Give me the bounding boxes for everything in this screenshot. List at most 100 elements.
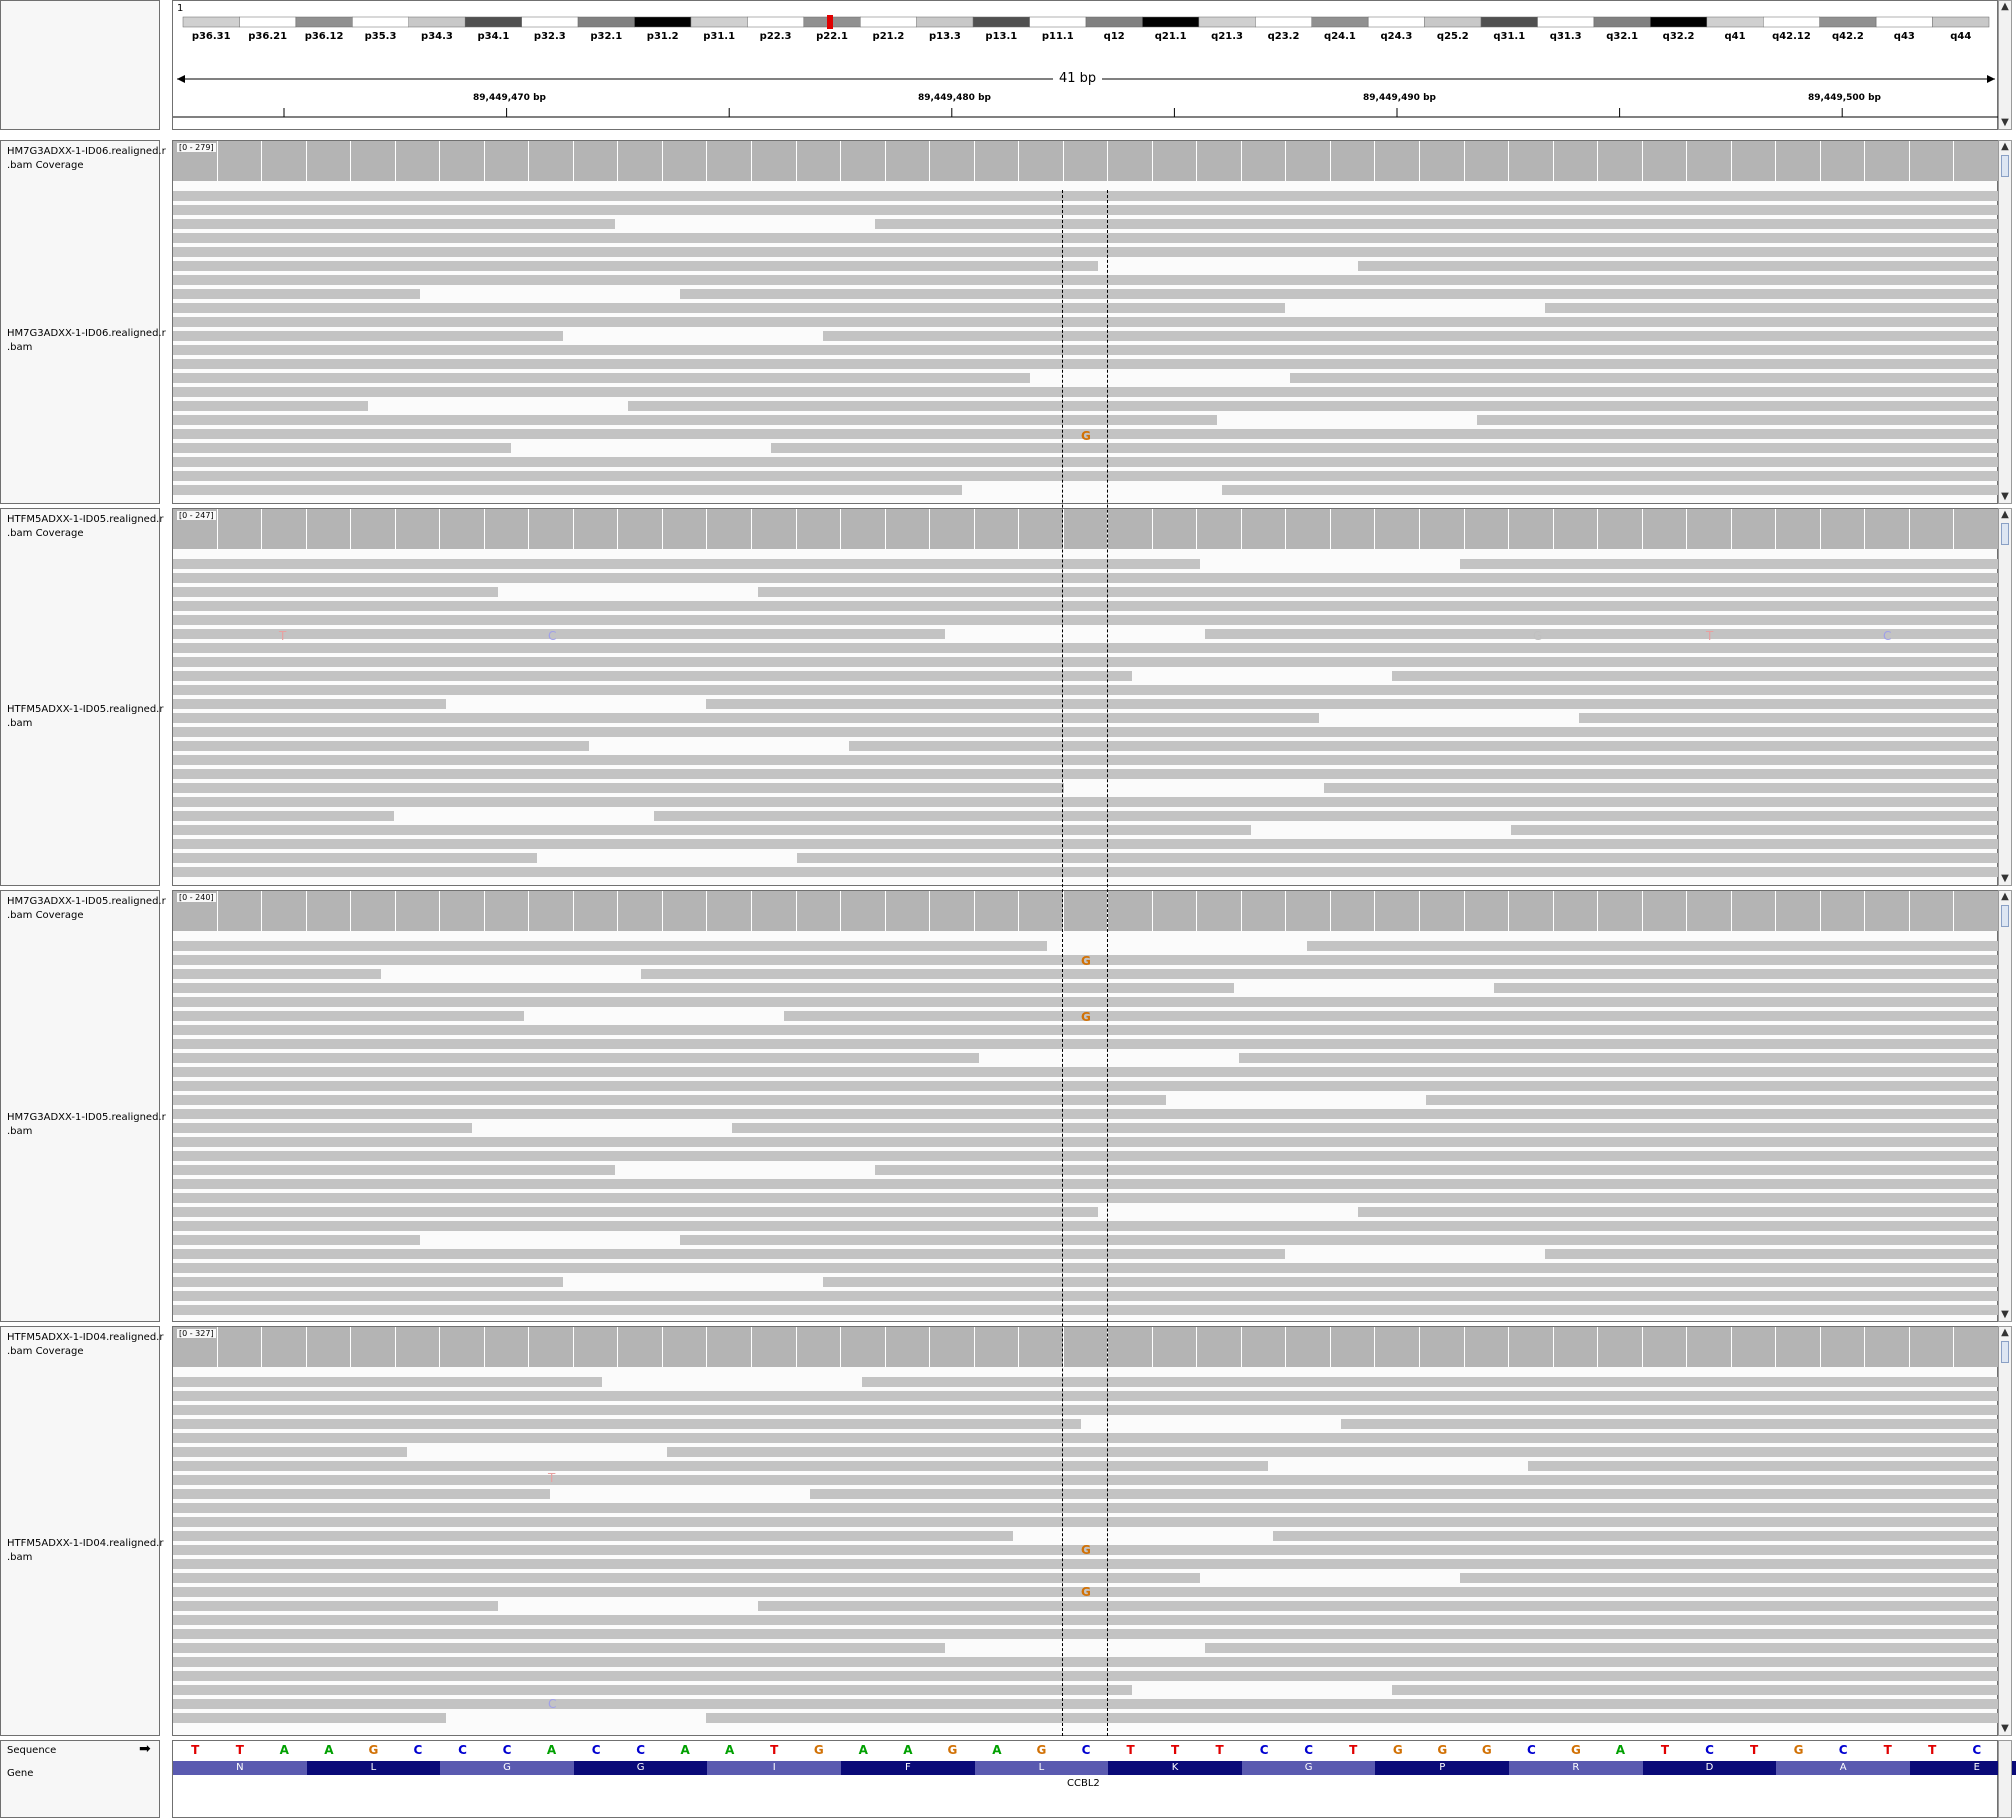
coverage-bar[interactable] <box>841 141 886 181</box>
coverage-bar[interactable] <box>1152 1327 1198 1367</box>
coverage-bar[interactable] <box>217 141 263 181</box>
coverage-bar[interactable] <box>841 891 886 931</box>
coverage-bar[interactable] <box>351 141 396 181</box>
coverage-bar[interactable] <box>1954 509 1999 549</box>
coverage-bar[interactable] <box>974 141 1020 181</box>
coverage-bar[interactable] <box>1865 141 1910 181</box>
coverage-bar[interactable] <box>217 1327 263 1367</box>
coverage-bar[interactable] <box>751 141 797 181</box>
coverage-bar[interactable] <box>484 891 530 931</box>
coverage-bar[interactable] <box>796 509 842 549</box>
coverage-bar[interactable] <box>1553 141 1599 181</box>
coverage-bar[interactable] <box>1909 141 1955 181</box>
ruler-scrollbar[interactable]: ▲ ▼ <box>1998 0 2012 130</box>
coverage-bar[interactable] <box>974 509 1020 549</box>
coverage-bar[interactable] <box>1420 1327 1465 1367</box>
coverage-bar[interactable] <box>1776 509 1821 549</box>
coverage-bar[interactable] <box>707 891 752 931</box>
coverage-bar[interactable] <box>751 891 797 931</box>
coverage-track-name[interactable]: HTFM5ADXX-1-ID05.realigned.r .bam Covera… <box>7 513 163 541</box>
coverage-bar[interactable] <box>440 891 485 931</box>
coverage-bar[interactable] <box>1375 141 1421 181</box>
coverage-bar[interactable] <box>930 1327 975 1367</box>
coverage-bar[interactable] <box>1776 1327 1821 1367</box>
coverage-bar[interactable] <box>796 141 842 181</box>
coverage-bar[interactable] <box>1375 509 1421 549</box>
scroll-down-icon[interactable]: ▼ <box>1999 491 2011 503</box>
feature-scrollbar[interactable] <box>1998 1740 2012 1818</box>
coverage-bar[interactable] <box>662 141 708 181</box>
coverage-bar[interactable] <box>662 1327 708 1367</box>
sequence-track[interactable]: TTAAGCCCACCAATGAAGAGCTTTCCTGGGCGATCTGCTT… <box>173 1741 1999 1761</box>
coverage-bar[interactable] <box>306 141 352 181</box>
coverage-bar[interactable] <box>662 509 708 549</box>
coverage-track[interactable]: [0 - 327] <box>173 1327 1999 1367</box>
coverage-bar[interactable] <box>1197 509 1242 549</box>
coverage-bar[interactable] <box>1286 141 1331 181</box>
feature-panel[interactable]: TTAAGCCCACCAATGAAGAGCTTTCCTGGGCGATCTGCTT… <box>172 1740 2016 1818</box>
coverage-bar[interactable] <box>306 509 352 549</box>
alignment-track-name[interactable]: HTFM5ADXX-1-ID05.realigned.r .bam <box>7 703 163 731</box>
coverage-bar[interactable] <box>1330 1327 1376 1367</box>
coverage-bar[interactable] <box>885 509 931 549</box>
coverage-bar[interactable] <box>930 509 975 549</box>
coverage-bar[interactable] <box>707 141 752 181</box>
coverage-bar[interactable] <box>1687 891 1732 931</box>
coverage-bar[interactable] <box>618 1327 663 1367</box>
panel-4-scrollbar[interactable]: ▲ ▼ <box>1998 1326 2012 1736</box>
scroll-up-icon[interactable]: ▲ <box>1999 141 2011 153</box>
panel-1-scrollbar[interactable]: ▲ ▼ <box>1998 140 2012 504</box>
coverage-bar[interactable] <box>1197 141 1242 181</box>
amino-acid[interactable]: L <box>306 1761 441 1775</box>
coverage-bar[interactable] <box>930 141 975 181</box>
coverage-bar[interactable] <box>573 509 619 549</box>
coverage-bar[interactable] <box>1241 891 1287 931</box>
panel-2-scrollbar[interactable]: ▲ ▼ <box>1998 508 2012 886</box>
coverage-bar[interactable] <box>1642 141 1688 181</box>
coverage-bar[interactable] <box>1598 1327 1643 1367</box>
coverage-bar[interactable] <box>1152 141 1198 181</box>
coverage-bar[interactable] <box>707 509 752 549</box>
coverage-bar[interactable] <box>1642 1327 1688 1367</box>
coverage-bar[interactable] <box>1509 891 1554 931</box>
coverage-bar[interactable] <box>885 891 931 931</box>
amino-acid[interactable]: F <box>841 1761 975 1775</box>
alignment-track-name[interactable]: HTFM5ADXX-1-ID04.realigned.r .bam <box>7 1537 163 1565</box>
coverage-bar[interactable] <box>573 1327 619 1367</box>
coverage-track[interactable]: [0 - 279] <box>173 141 1999 181</box>
coverage-bar[interactable] <box>1820 141 1866 181</box>
coverage-bar[interactable] <box>1642 891 1688 931</box>
coverage-bar[interactable] <box>1152 891 1198 931</box>
panel-2-name-cell[interactable]: HTFM5ADXX-1-ID05.realigned.r .bam Covera… <box>0 508 163 886</box>
coverage-bar[interactable] <box>1553 891 1599 931</box>
coverage-bar[interactable] <box>1865 1327 1910 1367</box>
amino-acid[interactable]: N <box>173 1761 307 1775</box>
coverage-bar[interactable] <box>930 891 975 931</box>
scroll-up-icon[interactable]: ▲ <box>1999 1327 2011 1339</box>
coverage-bar[interactable] <box>1553 509 1599 549</box>
amino-acid[interactable]: L <box>974 1761 1109 1775</box>
coverage-bar[interactable] <box>1776 141 1821 181</box>
scroll-thumb[interactable] <box>2001 905 2009 927</box>
amino-acid[interactable]: G <box>1241 1761 1376 1775</box>
coverage-bar[interactable] <box>395 891 441 931</box>
coverage-bar[interactable] <box>1731 1327 1777 1367</box>
scroll-down-icon[interactable]: ▼ <box>1999 117 2011 129</box>
coverage-bar[interactable] <box>1375 1327 1421 1367</box>
chromosome-ideogram[interactable]: p36.31 p36.21 p36.12 p35.3 p34.3 p34.1 p32.3 p3… <box>173 15 1999 45</box>
amino-acid[interactable]: R <box>1509 1761 1643 1775</box>
coverage-bar[interactable] <box>841 1327 886 1367</box>
coverage-track-name[interactable]: HTFM5ADXX-1-ID04.realigned.r .bam Covera… <box>7 1331 163 1359</box>
coverage-bar[interactable] <box>262 1327 307 1367</box>
coverage-bar[interactable] <box>1019 1327 1064 1367</box>
coverage-bar[interactable] <box>1019 509 1064 549</box>
amino-acid[interactable]: G <box>440 1761 574 1775</box>
alignment-track-name[interactable]: HM7G3ADXX-1-ID06.realigned.r .bam <box>7 327 166 355</box>
coverage-bar[interactable] <box>1063 141 1109 181</box>
coverage-bar[interactable] <box>1330 141 1376 181</box>
coverage-bar[interactable] <box>217 891 263 931</box>
coverage-bar[interactable] <box>1330 509 1376 549</box>
coverage-bar[interactable] <box>1820 891 1866 931</box>
coverage-track[interactable]: [0 - 247] <box>173 509 1999 549</box>
panel-4-name-cell[interactable]: HTFM5ADXX-1-ID04.realigned.r .bam Covera… <box>0 1326 163 1736</box>
